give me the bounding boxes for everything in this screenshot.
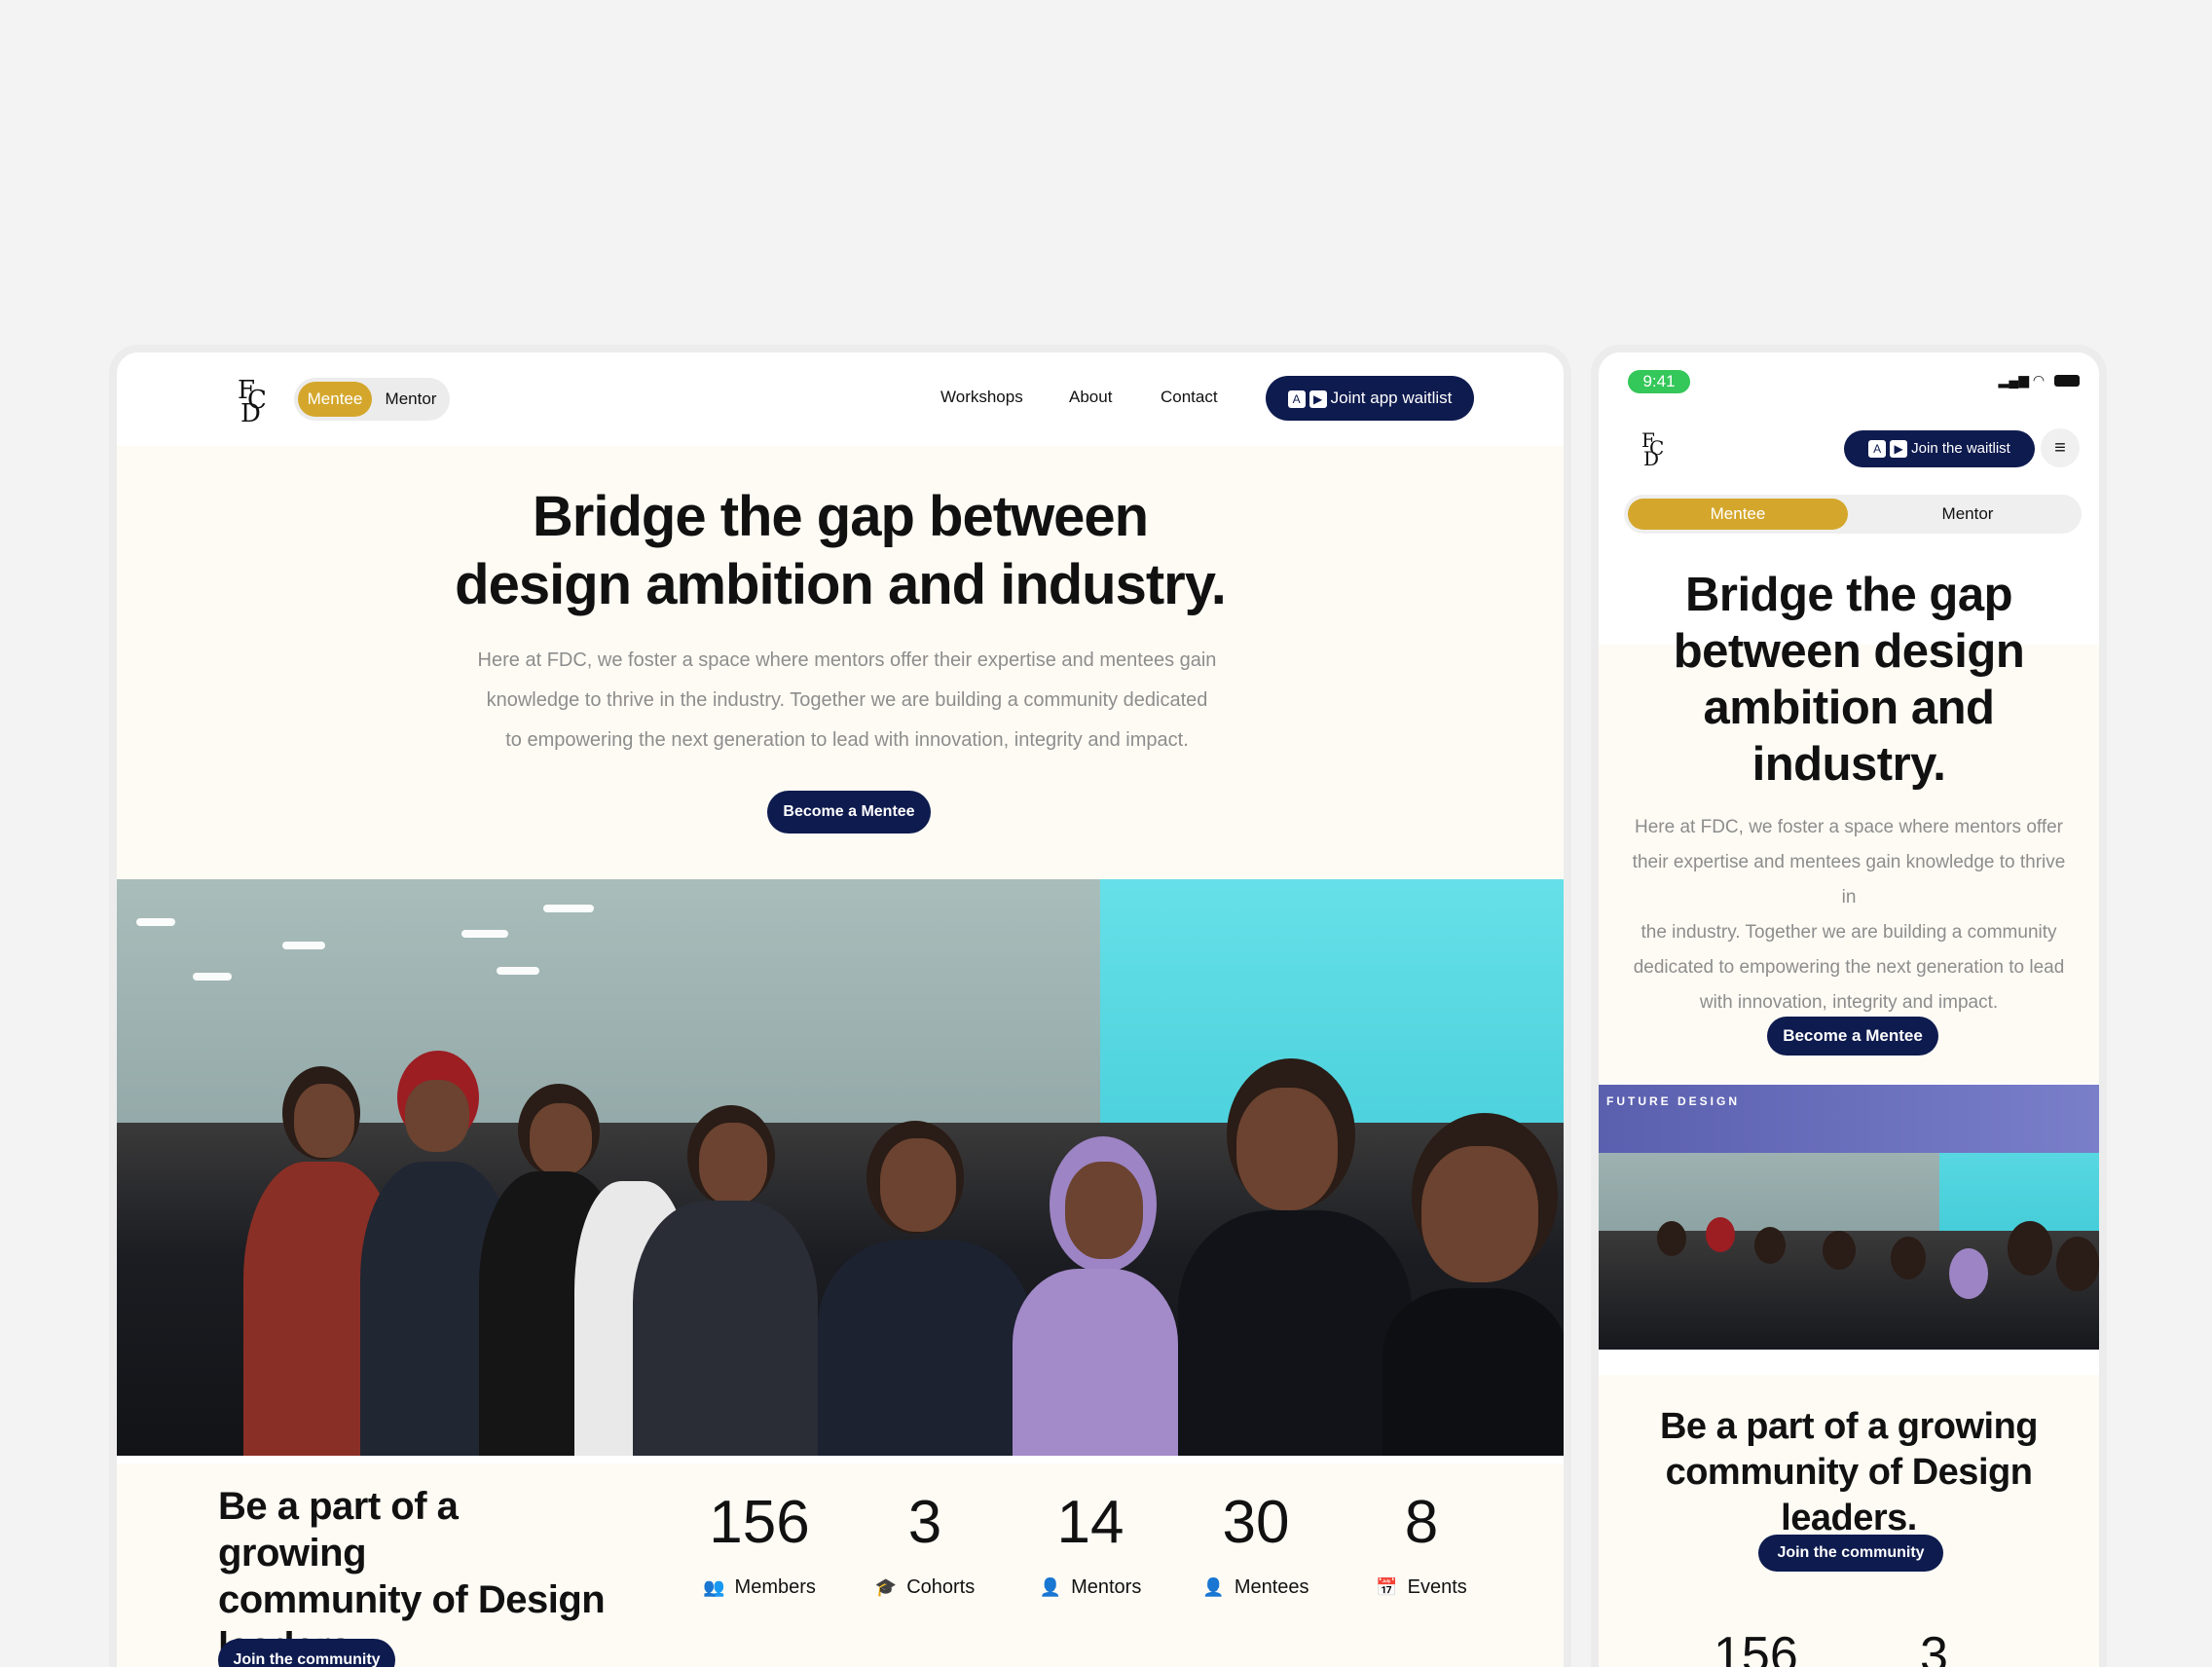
hero-description-line: their expertise and mentees gain knowled… [1632, 852, 2066, 908]
stat-members: 156 👥 Members [672, 1491, 847, 1599]
join-community-button[interactable]: Join the community [218, 1639, 395, 1667]
battery-icon [2054, 375, 2080, 388]
person-icon: 👤 [1039, 1577, 1062, 1597]
toggle-mentee[interactable]: Mentee [1628, 499, 1848, 530]
stat-value: 14 [1056, 1489, 1124, 1556]
community-title-line: Be a part of a growing [1659, 1406, 2039, 1447]
stat-label: Cohorts [906, 1576, 976, 1598]
role-toggle: Mentee Mentor [1624, 495, 2082, 534]
fdc-logo[interactable]: FCD [238, 378, 276, 426]
wifi-icon: ◠ [2032, 372, 2046, 388]
fdc-logo[interactable]: FCD [1641, 430, 1671, 469]
members-icon: 👥 [703, 1577, 725, 1597]
play-store-icon: ▶ [1309, 389, 1327, 408]
stat-value: 30 [1222, 1489, 1290, 1556]
nav-workshops[interactable]: Workshops [940, 388, 1023, 407]
join-community-button[interactable]: Join the community [1758, 1535, 1943, 1572]
menu-icon[interactable]: ≡ [2041, 428, 2080, 467]
stat-label: Mentors [1071, 1576, 1142, 1598]
become-mentee-button[interactable]: Become a Mentee [1767, 1017, 1938, 1056]
community-section: Be a part of a growing community of Desi… [1599, 1375, 2099, 1667]
community-photo [117, 879, 1564, 1456]
hero-description-line: Here at FDC, we foster a space where men… [1635, 817, 2063, 837]
hero-title-line: Bridge the gap between [532, 485, 1149, 548]
stat-value: 3 [907, 1489, 942, 1556]
banner-text: FUTURE DESIGN [1606, 1094, 1741, 1108]
community-section: Be a part of a growing community of Desi… [117, 1463, 1564, 1667]
toggle-mentee[interactable]: Mentee [298, 382, 372, 417]
hero-description: Here at FDC, we foster a space where men… [1626, 810, 2072, 1020]
hero-title-line: Bridge the gap [1684, 569, 2013, 621]
nav-contact[interactable]: Contact [1161, 388, 1218, 407]
community-photo: FUTURE DESIGN [1599, 1085, 2099, 1350]
hero-description-line: knowledge to thrive in the industry. Tog… [486, 689, 1208, 711]
app-store-icon: A [1287, 389, 1306, 408]
hero-description-line: with innovation, integrity and impact. [1699, 992, 1999, 1013]
stat-value: 8 [1404, 1489, 1439, 1556]
become-mentee-button[interactable]: Become a Mentee [767, 791, 931, 834]
calendar-icon: 📅 [1376, 1577, 1398, 1597]
desktop-frame: FCD Mentee Mentor Workshops About Contac… [109, 345, 1571, 1667]
hero-description: Here at FDC, we foster a space where men… [467, 641, 1227, 760]
join-waitlist-label: Joint app waitlist [1330, 389, 1453, 407]
toggle-mentor[interactable]: Mentor [376, 382, 446, 417]
stat-mentors: 14 👤 Mentors [1003, 1491, 1178, 1599]
community-title-line: Be a part of a growing [218, 1485, 459, 1574]
hero-title-line: design ambition and industry. [455, 553, 1227, 616]
stat-value: 3 [1920, 1627, 1948, 1667]
stat-value: 156 [709, 1489, 810, 1556]
community-title-line: community of Design [218, 1578, 606, 1621]
stat-value: 156 [1714, 1627, 1798, 1667]
hero-title-line: between design [1673, 625, 2025, 678]
stat-events: 8 📅 Events [1334, 1491, 1509, 1599]
stat-label: Mentees [1234, 1576, 1309, 1598]
mobile-frame: 9:41 ▂▄▆ ◠ FCD A ▶ Join the waitlist ≡ Men… [1591, 345, 2107, 1667]
toggle-mentor[interactable]: Mentor [1858, 499, 2078, 530]
app-store-icon: A [1868, 440, 1887, 459]
hero-description-line: dedicated to empowering the next generat… [1633, 957, 2065, 978]
stat-mentees: 30 👤 Mentees [1168, 1491, 1344, 1599]
join-waitlist-button[interactable]: A ▶ Joint app waitlist [1266, 376, 1474, 421]
hero-title-line: industry. [1751, 738, 1946, 791]
hero-description-line: the industry. Together we are building a… [1641, 922, 2057, 943]
role-toggle: Mentee Mentor [294, 378, 450, 421]
join-waitlist-label: Join the waitlist [1911, 440, 2010, 457]
hero-description-line: Here at FDC, we foster a space where men… [477, 649, 1217, 671]
stat-cohorts: 3 🎓 Cohorts [837, 1491, 1013, 1599]
nav-about[interactable]: About [1069, 388, 1112, 407]
community-title-line: community of Design [1665, 1452, 2033, 1493]
stat-label: Members [734, 1576, 816, 1598]
desktop-navbar: FCD Mentee Mentor Workshops About Contac… [117, 352, 1564, 446]
hero-section: Bridge the gap between design ambition a… [117, 446, 1564, 879]
person-icon: 👤 [1202, 1577, 1225, 1597]
status-time: 9:41 [1628, 370, 1690, 393]
community-title: Be a part of a growing community of Desi… [1628, 1404, 2070, 1541]
play-store-icon: ▶ [1890, 440, 1908, 459]
hero-title-line: ambition and [1703, 682, 1995, 734]
status-icons: ▂▄▆ ◠ [1999, 372, 2080, 389]
hero-description-line: to empowering the next generation to lea… [505, 729, 1189, 751]
signal-icon: ▂▄▆ [1998, 372, 2029, 388]
hero-title: Bridge the gap between design ambition a… [117, 483, 1564, 619]
graduation-cap-icon: 🎓 [874, 1577, 898, 1597]
stat-label: Events [1407, 1576, 1467, 1598]
hero-title: Bridge the gap between design ambition a… [1618, 567, 2080, 793]
join-waitlist-button[interactable]: A ▶ Join the waitlist [1844, 430, 2035, 467]
